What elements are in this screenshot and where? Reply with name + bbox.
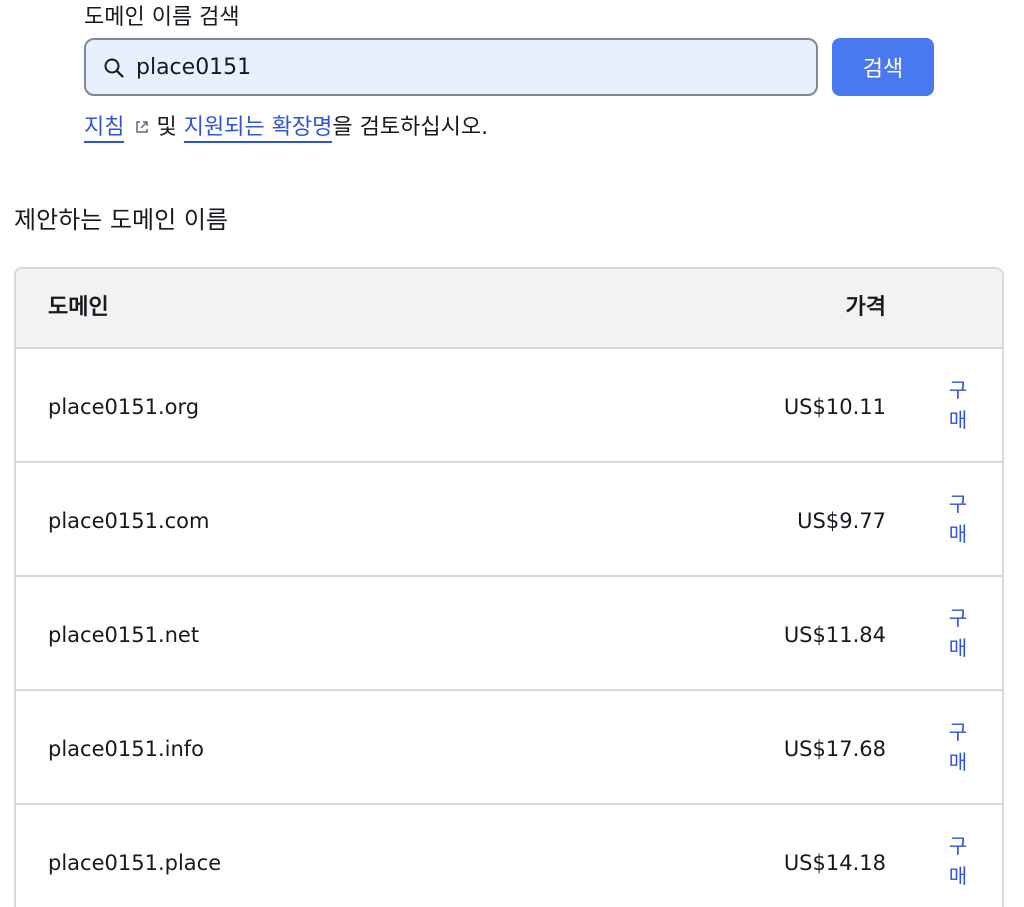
domain-name: place0151.info [48,737,205,761]
table-row: place0151.net US$11.84 구매 [16,577,1002,691]
search-row: 검색 [84,38,944,96]
table-header: 도메인 가격 [16,269,1002,349]
domain-name: place0151.org [48,395,200,419]
suggestions-title: 제안하는 도메인 이름 [14,206,228,234]
domain-price: US$14.18 [783,851,886,875]
search-label: 도메인 이름 검색 [84,5,240,30]
domain-search-page: 도메인 이름 검색 검색 지침 및 지원되는 확장명을 검토하십시오. 제안하는… [0,0,1024,907]
table-row: place0151.place US$14.18 구매 [16,805,1002,907]
buy-link[interactable]: 구매 [946,603,970,663]
supported-extensions-link[interactable]: 지원되는 확장명 [183,115,333,143]
search-input[interactable] [136,49,796,85]
domain-price: US$10.11 [783,395,886,419]
domain-price: US$9.77 [797,509,886,533]
guide-line: 지침 및 지원되는 확장명을 검토하십시오. [84,112,488,144]
buy-link[interactable]: 구매 [946,831,970,891]
domain-name: place0151.place [48,851,222,875]
domain-name: place0151.com [48,509,210,533]
table-row: place0151.com US$9.77 구매 [16,463,1002,577]
table-row: place0151.info US$17.68 구매 [16,691,1002,805]
search-box[interactable] [84,38,818,96]
table-row: place0151.org US$10.11 구매 [16,349,1002,463]
external-link-icon[interactable] [134,119,150,135]
buy-link[interactable]: 구매 [946,717,970,777]
domain-price: US$17.68 [783,737,886,761]
buy-link[interactable]: 구매 [946,489,970,549]
search-icon [104,58,124,78]
buy-link[interactable]: 구매 [946,375,970,435]
guide-suffix: 을 검토하십시오. [332,115,489,140]
search-button[interactable]: 검색 [832,38,934,96]
domain-name: place0151.net [48,623,200,647]
guide-connector: 및 [156,115,177,140]
guidelines-link[interactable]: 지침 [84,115,125,143]
suggestions-table: 도메인 가격 place0151.org US$10.11 구매 place01… [14,267,1004,907]
domain-price: US$11.84 [783,623,886,647]
header-price: 가격 [845,295,886,320]
header-domain: 도메인 [48,295,109,320]
